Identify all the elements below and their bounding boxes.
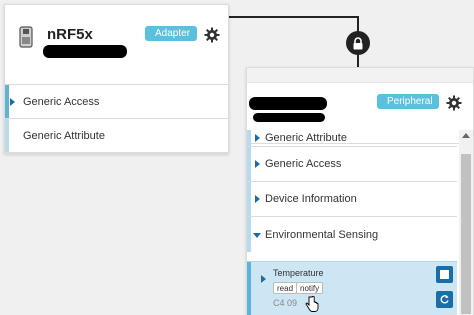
service-label: Device Information (265, 193, 357, 205)
hand-cursor-icon (305, 296, 319, 312)
adapter-card: nRF5x Adapter Generic Access Generic Att… (4, 4, 229, 154)
gear-icon[interactable] (446, 95, 462, 111)
service-row-generic-access[interactable]: Generic Access (5, 85, 228, 119)
read-refresh-button[interactable] (436, 291, 453, 308)
scroll-up-arrow[interactable] (462, 133, 470, 138)
service-row-generic-attribute[interactable]: Generic Attribute (247, 130, 457, 147)
redacted-serial (43, 45, 127, 58)
redacted-address (253, 113, 325, 122)
service-label: Generic Attribute (265, 132, 347, 144)
row-accent-bar (247, 147, 251, 181)
service-label: Generic Attribute (23, 129, 105, 142)
stop-icon (440, 270, 449, 279)
property-tag-notify: notify (296, 282, 324, 294)
refresh-icon (440, 295, 449, 304)
service-label: Generic Access (265, 158, 342, 170)
app-stage: nRF5x Adapter Generic Access Generic Att… (0, 0, 474, 315)
service-label: Generic Access (23, 95, 100, 108)
lock-icon (353, 36, 363, 49)
row-accent-bar (5, 119, 9, 152)
service-row-generic-access[interactable]: Generic Access (247, 147, 457, 182)
peripheral-badge: Peripheral (377, 94, 439, 109)
redacted-device-name (249, 97, 327, 110)
scrollbar-thumb[interactable] (461, 154, 471, 314)
expand-arrow-icon[interactable] (10, 97, 15, 106)
service-row-device-information[interactable]: Device Information (247, 182, 457, 217)
adapter-badge: Adapter (145, 26, 197, 41)
connection-lock-button[interactable] (346, 31, 370, 55)
property-tag-read: read (273, 282, 298, 294)
characteristic-name: Temperature (273, 268, 324, 278)
collapse-arrow-icon[interactable] (253, 232, 261, 238)
characteristic-value[interactable]: C4 09 (273, 298, 297, 308)
adapter-header: nRF5x Adapter (5, 5, 228, 85)
notify-toggle-button[interactable] (436, 266, 453, 283)
adapter-device-name: nRF5x (47, 26, 93, 43)
expand-arrow-icon[interactable] (261, 275, 266, 283)
row-accent-bar (247, 262, 251, 315)
usb-icon (19, 26, 33, 48)
service-label: Environmental Sensing (265, 228, 379, 241)
expand-arrow-icon[interactable] (255, 195, 260, 203)
row-accent-bar (5, 85, 9, 118)
service-row-environmental-sensing[interactable]: Environmental Sensing (247, 217, 457, 252)
expand-arrow-icon[interactable] (255, 134, 260, 142)
row-accent-bar (247, 130, 251, 146)
row-accent-bar (247, 182, 251, 216)
peripheral-card: Peripheral Generic Attribute Generic Acc… (246, 67, 474, 315)
characteristic-row-temperature[interactable]: Temperature read notify C4 09 (247, 261, 457, 315)
row-accent-bar (247, 217, 251, 252)
peripheral-service-list: Generic Attribute Generic Access Device … (247, 130, 457, 252)
gear-icon[interactable] (204, 27, 220, 43)
peripheral-top-band (247, 68, 473, 82)
service-row-generic-attribute[interactable]: Generic Attribute (5, 119, 228, 153)
expand-arrow-icon[interactable] (255, 160, 260, 168)
connection-line-horizontal (229, 16, 359, 18)
